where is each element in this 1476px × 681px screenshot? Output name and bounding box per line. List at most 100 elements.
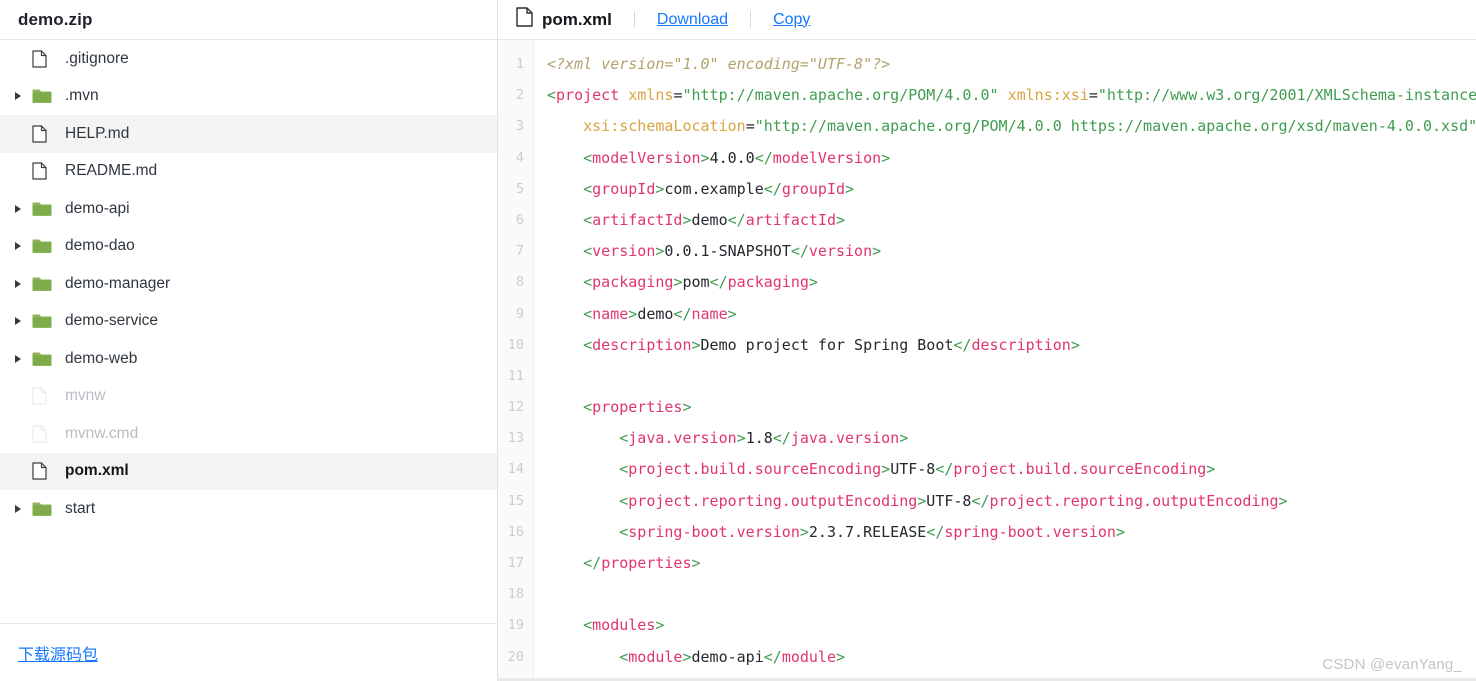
code-token: properties xyxy=(592,398,683,417)
code-token: modelVersion xyxy=(592,148,701,167)
file-tree[interactable]: .gitignore .mvn HELP.md README.md demo-api de… xyxy=(0,40,497,623)
code-token: xsi:schemaLocation xyxy=(583,117,746,136)
expand-arrow-icon[interactable] xyxy=(8,242,28,251)
tree-item-label: mvnw xyxy=(65,387,106,405)
line-number: 12 xyxy=(507,399,524,416)
line-number: 7 xyxy=(515,243,524,260)
folder-icon xyxy=(28,276,58,292)
code-line: <module>demo-api</module> xyxy=(547,642,1476,673)
tree-item-label: demo-web xyxy=(65,349,138,367)
tree-file-pom-xml[interactable]: pom.xml xyxy=(0,452,497,490)
expand-arrow-icon[interactable] xyxy=(8,354,28,363)
chevron-right-icon xyxy=(15,354,21,363)
code-token: name xyxy=(691,304,728,323)
tree-folder-mvn[interactable]: .mvn xyxy=(0,78,497,116)
code-token: packaging xyxy=(727,273,809,292)
code-line: <project.reporting.outputEncoding>UTF-8<… xyxy=(547,486,1476,517)
code-token: < xyxy=(583,304,593,323)
download-source-package-link[interactable]: 下载源码包 xyxy=(18,641,98,665)
header-divider-2 xyxy=(750,11,752,28)
code-token: </ xyxy=(709,273,728,292)
tree-file-readme-md[interactable]: README.md xyxy=(0,153,497,191)
line-number: 9 xyxy=(515,305,524,322)
tree-item-label: .gitignore xyxy=(65,49,129,67)
code-content[interactable]: <?xml version="1.0" encoding="UTF-8"?> <p… xyxy=(534,40,1476,681)
chevron-right-icon xyxy=(15,317,21,326)
preview-file-name: pom.xml xyxy=(542,9,612,29)
code-token: java.version xyxy=(790,429,900,448)
code-line: xsi:schemaLocation="http://maven.apache.… xyxy=(547,111,1476,142)
line-number: 19 xyxy=(507,617,524,634)
code-token: < xyxy=(619,460,629,479)
tree-file-gitignore[interactable]: .gitignore xyxy=(0,40,497,78)
code-token: < xyxy=(547,86,557,105)
expand-arrow-icon[interactable] xyxy=(8,504,28,513)
folder-icon xyxy=(28,501,58,517)
code-line: <java.version>1.8</java.version> xyxy=(547,423,1476,454)
code-token: demo xyxy=(637,304,674,323)
line-number: 1 xyxy=(515,56,524,72)
code-token: < xyxy=(619,522,629,541)
code-token: demo-api xyxy=(691,647,764,666)
code-token: > xyxy=(655,616,665,635)
line-number: 11 xyxy=(507,367,524,384)
tree-folder-demo-manager[interactable]: demo-manager xyxy=(0,265,497,303)
tree-item-label: .mvn xyxy=(65,87,99,105)
tree-folder-demo-api[interactable]: demo-api xyxy=(0,190,497,228)
file-icon xyxy=(516,7,533,32)
expand-arrow-icon[interactable] xyxy=(8,279,28,288)
line-number: 15 xyxy=(507,492,524,509)
expand-arrow-icon[interactable] xyxy=(8,204,28,213)
code-token: "http://maven.apache.org/POM/4.0.0 https… xyxy=(754,117,1476,136)
code-token: module xyxy=(781,647,836,666)
code-token: > xyxy=(628,304,638,323)
code-token: > xyxy=(845,179,855,198)
download-button[interactable]: Download xyxy=(657,11,728,29)
code-token: 0.0.1-SNAPSHOT xyxy=(664,242,791,261)
code-token: project.reporting.outputEncoding xyxy=(989,491,1279,510)
code-line: <artifactId>demo</artifactId> xyxy=(547,205,1476,236)
code-line: <project.build.sourceEncoding>UTF-8</pro… xyxy=(547,454,1476,485)
code-token: UTF-8 xyxy=(890,460,936,479)
code-token: version xyxy=(592,242,656,261)
code-token: 1.8 xyxy=(745,429,773,448)
tree-folder-demo-service[interactable]: demo-service xyxy=(0,303,497,341)
code-token: < xyxy=(583,242,593,261)
chevron-right-icon xyxy=(15,279,21,288)
tree-file-help-md[interactable]: HELP.md xyxy=(0,115,497,153)
code-token: > xyxy=(836,210,846,229)
copy-button[interactable]: Copy xyxy=(773,11,810,29)
line-number: 20 xyxy=(507,648,524,665)
expand-arrow-icon[interactable] xyxy=(8,317,28,326)
code-token: xmlns:xsi xyxy=(1007,86,1089,105)
expand-arrow-icon[interactable] xyxy=(8,92,28,101)
code-token: < xyxy=(583,616,593,635)
file-icon xyxy=(28,50,58,68)
line-number: 8 xyxy=(515,274,524,291)
tree-folder-demo-dao[interactable]: demo-dao xyxy=(0,228,497,266)
tree-folder-demo-web[interactable]: demo-web xyxy=(0,340,497,378)
code-token: > xyxy=(682,210,692,229)
line-number: 6 xyxy=(515,211,524,228)
line-number-gutter: 1 2 3 4 5 6 7 8 9 10 11 12 13 14 15 16 17 18 19 20 xyxy=(498,40,534,681)
code-token: Demo project for Spring Boot xyxy=(700,335,954,354)
tree-item-label: start xyxy=(65,499,96,517)
tree-file-mvnw-cmd[interactable]: mvnw.cmd xyxy=(0,415,497,453)
tree-folder-start[interactable]: start xyxy=(0,490,497,528)
code-line: <version>0.0.1-SNAPSHOT</version> xyxy=(547,236,1476,267)
code-token: = xyxy=(745,117,755,136)
code-token: spring-boot.version xyxy=(944,522,1116,541)
folder-icon xyxy=(28,238,58,254)
tree-file-mvnw[interactable]: mvnw xyxy=(0,378,497,416)
code-token: > xyxy=(872,242,882,261)
file-icon xyxy=(28,387,58,405)
code-token: </ xyxy=(971,491,990,510)
